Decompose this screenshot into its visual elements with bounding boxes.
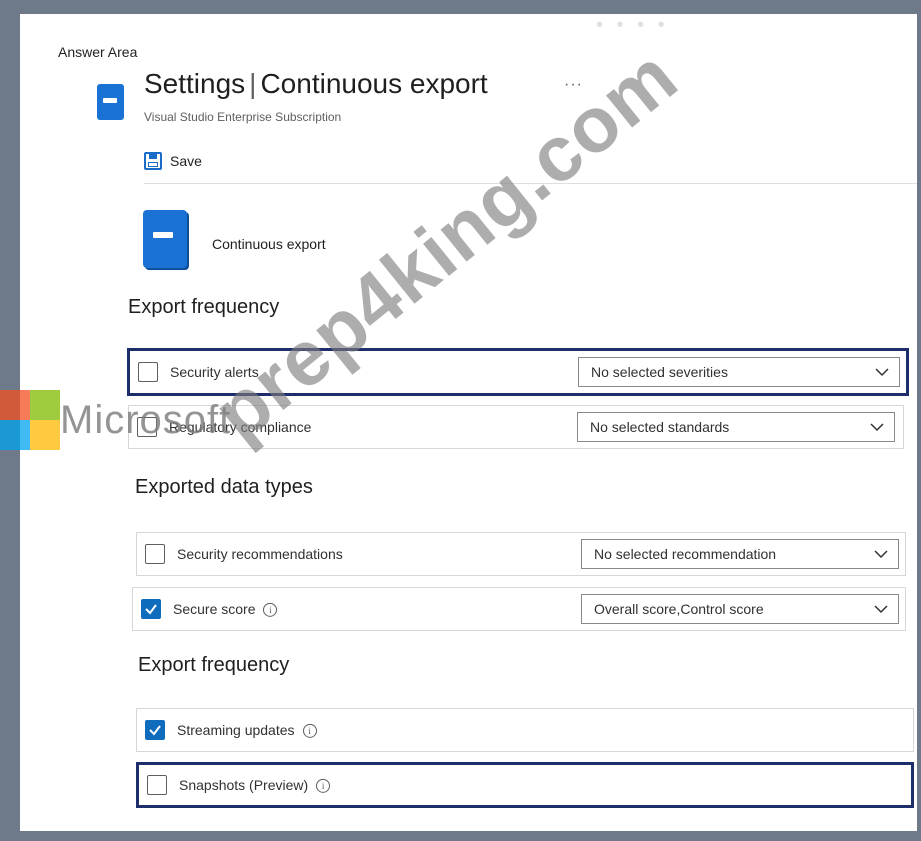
security-recommendations-dropdown[interactable]: No selected recommendation	[581, 539, 899, 569]
page-title: Settings | Continuous export	[144, 68, 488, 100]
secure-score-dropdown-value: Overall score,Control score	[594, 601, 764, 617]
save-label: Save	[170, 153, 202, 169]
section-title-export-frequency-2: Export frequency	[138, 654, 290, 676]
info-icon[interactable]: i	[263, 603, 278, 618]
row-secure-score: Secure score i Overall score,Control scor…	[132, 587, 906, 631]
secure-score-label: Secure score i	[173, 600, 278, 618]
streaming-updates-text: Streaming updates	[177, 721, 295, 738]
page-title-main: Settings	[144, 68, 246, 99]
info-icon[interactable]: i	[316, 779, 331, 794]
info-icon[interactable]: i	[302, 724, 317, 739]
answer-area-label: Answer Area	[58, 44, 138, 60]
checkmark-icon	[149, 725, 161, 736]
microsoft-watermark-text: Microsoft	[60, 398, 232, 442]
page-title-suffix: Continuous export	[260, 68, 488, 99]
security-recommendations-dropdown-value: No selected recommendation	[594, 546, 777, 562]
secure-score-text: Secure score	[173, 600, 256, 617]
document-icon	[97, 84, 124, 120]
streaming-updates-label: Streaming updates i	[177, 721, 317, 739]
regulatory-compliance-dropdown[interactable]: No selected standards	[577, 412, 895, 442]
chevron-down-icon	[875, 368, 889, 377]
snapshots-text: Snapshots (Preview)	[179, 776, 309, 793]
section-title-exported-data-types: Exported data types	[135, 476, 313, 498]
security-recommendations-checkbox[interactable]	[145, 544, 165, 564]
regulatory-compliance-dropdown-value: No selected standards	[590, 419, 730, 435]
section-title-export-frequency: Export frequency	[128, 296, 280, 318]
row-snapshots: Snapshots (Preview) i	[136, 762, 914, 808]
streaming-updates-checkbox[interactable]	[145, 720, 165, 740]
microsoft-logo-watermark	[0, 390, 60, 450]
snapshots-label: Snapshots (Preview) i	[179, 776, 331, 794]
subscription-subtitle: Visual Studio Enterprise Subscription	[144, 110, 342, 124]
security-alerts-dropdown[interactable]: No selected severities	[578, 357, 900, 387]
row-streaming-updates: Streaming updates i	[136, 708, 914, 752]
chevron-down-icon	[874, 605, 888, 614]
snapshots-checkbox[interactable]	[147, 775, 167, 795]
security-alerts-dropdown-value: No selected severities	[591, 364, 728, 380]
chevron-down-icon	[874, 550, 888, 559]
row-security-recommendations: Security recommendations No selected rec…	[136, 532, 906, 576]
checkmark-icon	[145, 604, 157, 615]
save-button[interactable]: Save	[144, 152, 202, 170]
chevron-down-icon	[870, 423, 884, 432]
secure-score-dropdown[interactable]: Overall score,Control score	[581, 594, 899, 624]
security-recommendations-label: Security recommendations	[177, 546, 343, 562]
feature-label: Continuous export	[212, 236, 326, 252]
security-alerts-checkbox[interactable]	[138, 362, 158, 382]
title-separator: |	[249, 68, 257, 99]
continuous-export-icon	[143, 210, 187, 268]
save-icon	[144, 152, 162, 170]
secure-score-checkbox[interactable]	[141, 599, 161, 619]
